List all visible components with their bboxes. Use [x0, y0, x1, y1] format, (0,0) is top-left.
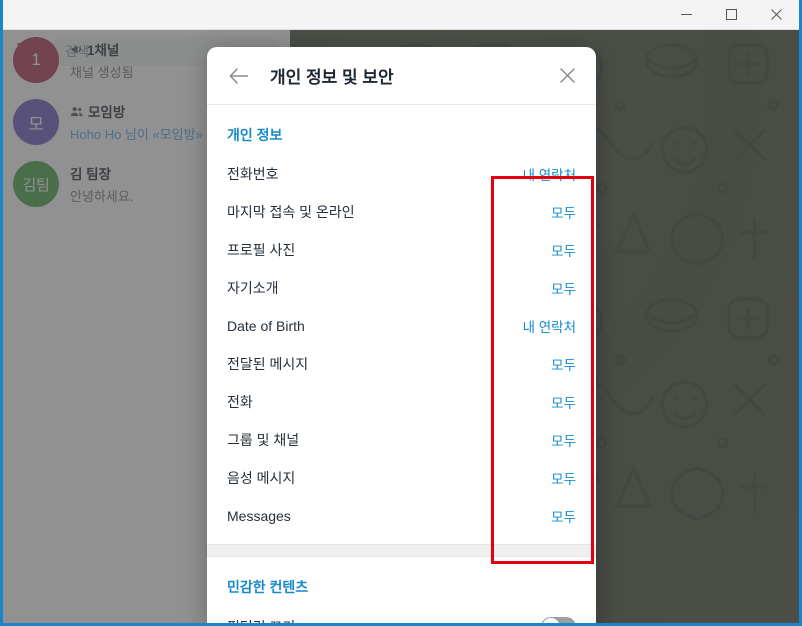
maximize-button[interactable] [709, 0, 754, 29]
setting-value: 모두 [551, 206, 576, 221]
back-arrow-icon[interactable] [223, 61, 253, 91]
setting-label: 전화번호 [227, 166, 279, 182]
setting-label: 그룹 및 채널 [227, 432, 300, 448]
setting-row-forwarded-messages[interactable]: 전달된 메시지 모두 [207, 345, 596, 383]
setting-row-calls[interactable]: 전화 모두 [207, 383, 596, 421]
section-divider [207, 544, 596, 557]
setting-row-last-seen-online[interactable]: 마지막 접속 및 온라인 모두 [207, 193, 596, 231]
setting-value: 내 연락처 [522, 168, 576, 183]
close-icon[interactable] [552, 61, 582, 91]
dialog-title: 개인 정보 및 보안 [270, 68, 394, 87]
disable-filtering-toggle[interactable] [541, 617, 576, 623]
setting-row-bio[interactable]: 자기소개 모두 [207, 269, 596, 307]
setting-row-groups-and-channels[interactable]: 그룹 및 채널 모두 [207, 421, 596, 459]
dialog-header: 개인 정보 및 보안 [207, 47, 596, 105]
minimize-button[interactable] [664, 0, 709, 29]
setting-label: 전화 [227, 394, 253, 410]
window-title-bar [3, 0, 799, 30]
telegram-window: 검색 1 1채널 채널 생성됨 [0, 0, 802, 626]
dialog-content-scroll[interactable]: 개인 정보 전화번호 내 연락처 마지막 접속 및 온라인 모두 프로필 사진 … [207, 105, 596, 623]
setting-value: 모두 [551, 282, 576, 297]
setting-value: 모두 [551, 472, 576, 487]
setting-label: 전달된 메시지 [227, 356, 309, 372]
setting-value: 내 연락처 [522, 320, 576, 335]
setting-value: 모두 [551, 434, 576, 449]
privacy-and-security-dialog: 개인 정보 및 보안 개인 정보 전화번호 내 연락처 마지막 접속 및 온라인 [207, 47, 596, 623]
setting-label: Messages [227, 508, 291, 524]
setting-label: 필터링 끄기 [227, 617, 295, 623]
setting-label: 마지막 접속 및 온라인 [227, 204, 355, 220]
setting-value: 모두 [551, 510, 576, 525]
setting-row-disable-filtering[interactable]: 필터링 끄기 [207, 607, 596, 623]
setting-row-profile-photo[interactable]: 프로필 사진 모두 [207, 231, 596, 269]
close-button[interactable] [754, 0, 799, 29]
setting-row-phone-number[interactable]: 전화번호 내 연락처 [207, 155, 596, 193]
setting-label: 프로필 사진 [227, 242, 296, 258]
setting-row-date-of-birth[interactable]: Date of Birth 내 연락처 [207, 307, 596, 345]
setting-row-voice-messages[interactable]: 음성 메시지 모두 [207, 459, 596, 497]
section-title-sensitive-content: 민감한 컨텐츠 [227, 579, 309, 595]
toggle-knob [542, 618, 560, 623]
setting-value: 모두 [551, 244, 576, 259]
window-body: 검색 1 1채널 채널 생성됨 [3, 29, 799, 623]
setting-label: 음성 메시지 [227, 470, 296, 486]
setting-label: Date of Birth [227, 318, 305, 334]
setting-label: 자기소개 [227, 280, 279, 296]
setting-value: 모두 [551, 396, 576, 411]
setting-row-messages[interactable]: Messages 모두 [207, 497, 596, 535]
setting-value: 모두 [551, 358, 576, 373]
section-title-privacy: 개인 정보 [227, 127, 283, 143]
